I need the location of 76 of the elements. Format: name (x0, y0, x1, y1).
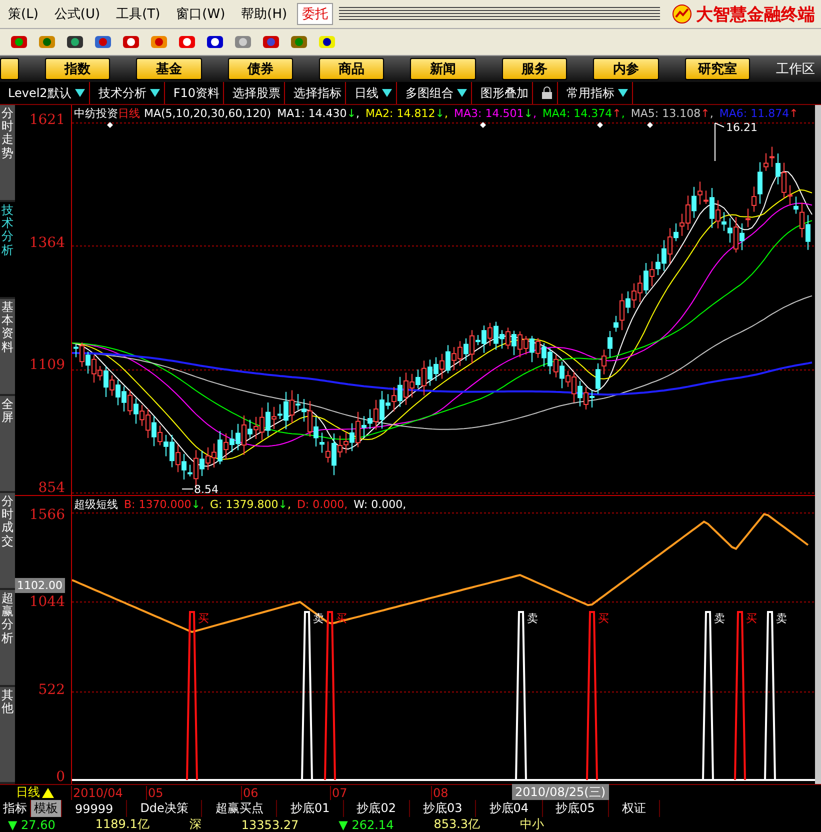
sell-signal-label: 卖 (776, 612, 787, 625)
lock-icon (541, 86, 554, 100)
stock-name: 中纺投资 (74, 106, 118, 120)
status-value: 853.3亿 (434, 816, 480, 832)
bottom-tab[interactable]: 指标 (0, 800, 31, 817)
sidebar-tab[interactable]: 超赢分析 (0, 590, 15, 687)
indicator-value: B: 1370.000↓, (124, 498, 204, 510)
buy-signal-label: 买 (746, 612, 757, 625)
nav-button[interactable]: 指数 (44, 58, 110, 80)
nav-button[interactable]: 服务 (502, 58, 568, 80)
price-axis-label: 1364 (29, 236, 66, 250)
leader-line (182, 488, 194, 490)
cursor-value-tag: 1102.00 (15, 578, 64, 593)
info-marker-icon (480, 122, 486, 128)
menu-item[interactable]: 帮助(H) (233, 5, 296, 23)
sell-signal-label: 卖 (527, 612, 538, 625)
ma-value: MA1: 14.430↓, (277, 106, 360, 120)
market-label: 中小 (520, 816, 544, 832)
sidebar-tab[interactable]: 技术分析 (0, 202, 15, 299)
sidebar-tab[interactable]: 全屏 (0, 396, 15, 493)
buy-signal-label: 买 (598, 612, 609, 625)
triangle-icon (42, 788, 54, 798)
buy-signal-label: 买 (198, 612, 209, 625)
indicator-axis-label: 1044 (29, 595, 66, 610)
sidebar-tab[interactable]: 基本资料 (0, 299, 15, 396)
status-value: 1189.1亿 (95, 816, 150, 832)
sell-signal-label: 卖 (313, 612, 324, 625)
status-value: 13353.27 (241, 818, 299, 832)
ma-value: MA5: 13.108↑, (630, 106, 714, 120)
index-change: ▼ 27.60 (8, 818, 56, 832)
sidebar-tab[interactable]: 分时走势 (0, 105, 15, 202)
nav-button[interactable]: 债券 (228, 58, 293, 80)
indicator-axis-label: 0 (56, 770, 66, 784)
menu-item[interactable]: 工具(T) (108, 5, 168, 23)
price-axis-label: 1109 (29, 358, 66, 372)
indicator-value: G: 1379.800↓, (210, 498, 291, 510)
nav-button[interactable]: 商品 (319, 58, 384, 80)
market-label: 深 (189, 816, 202, 832)
price-axis-label: 854 (38, 480, 66, 495)
logo-icon (672, 4, 692, 24)
high-price-label: 16.21 (726, 121, 758, 134)
cursor-date-tag: 2010/08/25(三) (512, 784, 609, 801)
sidebar-tab[interactable]: 其他 (0, 687, 15, 784)
ma-value: MA2: 14.812↓, (366, 106, 448, 120)
leader-line (714, 122, 724, 162)
menu-item[interactable]: 策(L) (0, 5, 46, 23)
nav-button[interactable]: 基金 (136, 58, 202, 80)
trade-button[interactable]: 委托 (297, 3, 334, 25)
ma-value: MA3: 14.501↓, (454, 106, 536, 120)
nav-button[interactable]: 内参 (593, 58, 659, 80)
ma-value: MA4: 14.374↑, (542, 106, 625, 120)
indicator-axis-label: 522 (38, 682, 66, 697)
indicator-axis-label: 1566 (29, 508, 66, 522)
sidebar-tab[interactable]: 分时成交 (0, 493, 15, 590)
indicator-value: D: 0.000, (296, 498, 348, 510)
brand-title: 大智慧金融终端 (696, 4, 815, 26)
index-change: ▼ 262.14 (338, 818, 394, 832)
workspace-label: 工作区 (776, 61, 816, 78)
bottom-tab[interactable]: 模板 (31, 800, 62, 817)
nav-button[interactable]: 新闻 (410, 58, 476, 80)
info-marker-icon (107, 122, 113, 128)
info-marker-icon (597, 122, 603, 128)
low-price-label: 8.54 (194, 483, 218, 495)
period-label: 日线 (118, 106, 140, 120)
nav-button[interactable]: 研究室 (684, 58, 750, 80)
menu-item[interactable]: 窗口(W) (168, 5, 234, 23)
menu-item[interactable]: 公式(U) (46, 5, 108, 23)
ma-parameters: MA(5,10,20,30,60,120) (144, 106, 272, 120)
indicator-value: W: 0.000, (354, 498, 406, 510)
nav-button[interactable] (0, 58, 19, 80)
indicator-name: 超级短线 (74, 496, 118, 512)
period-label: 日线 (0, 784, 71, 801)
sell-signal-label: 卖 (714, 612, 725, 625)
ma-value: MA6: 11.874↑ (719, 106, 798, 120)
info-marker-icon (647, 122, 653, 128)
price-axis-label: 1621 (29, 113, 66, 127)
